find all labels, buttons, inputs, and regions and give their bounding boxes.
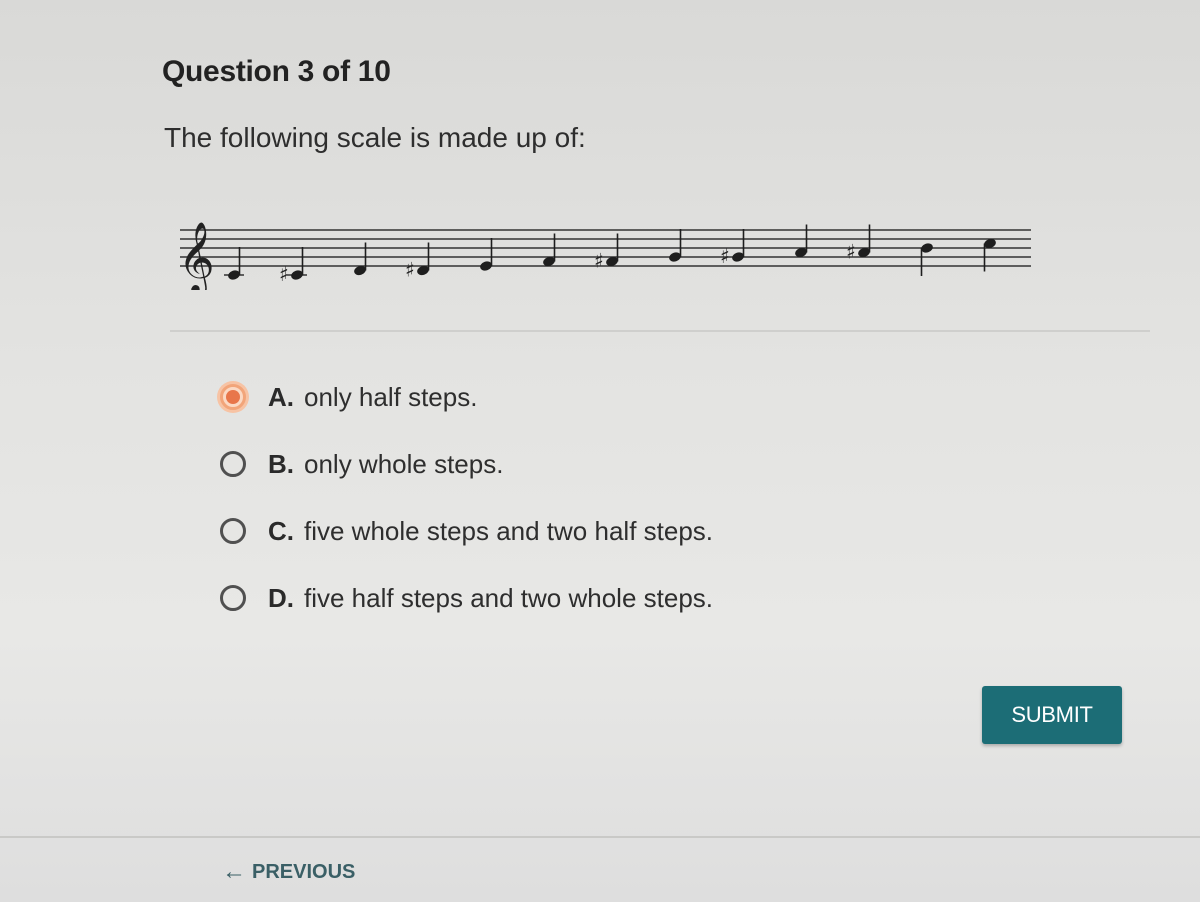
previous-button[interactable]: ← PREVIOUS <box>222 860 355 884</box>
question-prompt: The following scale is made up of: <box>164 122 586 153</box>
option-b-letter: B. <box>268 448 294 479</box>
music-staff: 𝄞 ♯ ♯ ♯ ♯ ♯ <box>176 200 1036 296</box>
radio-c[interactable] <box>220 518 246 544</box>
option-d[interactable]: D. five half steps and two whole steps. <box>216 575 713 621</box>
sharp-icon: ♯ <box>594 249 604 273</box>
arrow-left-icon: ← <box>222 858 246 885</box>
option-c-letter: C. <box>268 515 294 546</box>
option-d-letter: D. <box>268 582 294 613</box>
option-c[interactable]: C. five whole steps and two half steps. <box>216 508 713 554</box>
submit-button[interactable]: SUBMIT <box>982 686 1122 744</box>
divider <box>170 330 1150 332</box>
quiz-page: Question 3 of 10 The following scale is … <box>0 0 1200 902</box>
option-b-text: only whole steps. <box>304 448 504 479</box>
sharp-icon: ♯ <box>279 262 289 286</box>
option-a-text: only half steps. <box>304 381 478 412</box>
sharp-icon: ♯ <box>846 240 856 264</box>
radio-d[interactable] <box>220 585 246 611</box>
radio-b[interactable] <box>220 451 246 477</box>
treble-clef-icon: 𝄞 <box>178 220 215 290</box>
answer-options: A. only half steps. B. only whole steps.… <box>216 374 713 642</box>
previous-label: PREVIOUS <box>252 860 356 883</box>
option-c-text: five whole steps and two half steps. <box>304 515 714 546</box>
option-d-text: five half steps and two whole steps. <box>304 582 714 613</box>
footer-divider <box>0 836 1200 838</box>
option-a-letter: A. <box>268 381 294 412</box>
option-b[interactable]: B. only whole steps. <box>216 441 713 487</box>
sharp-icon: ♯ <box>405 258 415 282</box>
sharp-icon: ♯ <box>720 244 730 268</box>
radio-a[interactable] <box>220 384 246 410</box>
option-a[interactable]: A. only half steps. <box>216 374 713 420</box>
music-staff-image: 𝄞 ♯ ♯ ♯ ♯ ♯ <box>178 220 1031 296</box>
question-counter: Question 3 of 10 <box>162 55 391 88</box>
